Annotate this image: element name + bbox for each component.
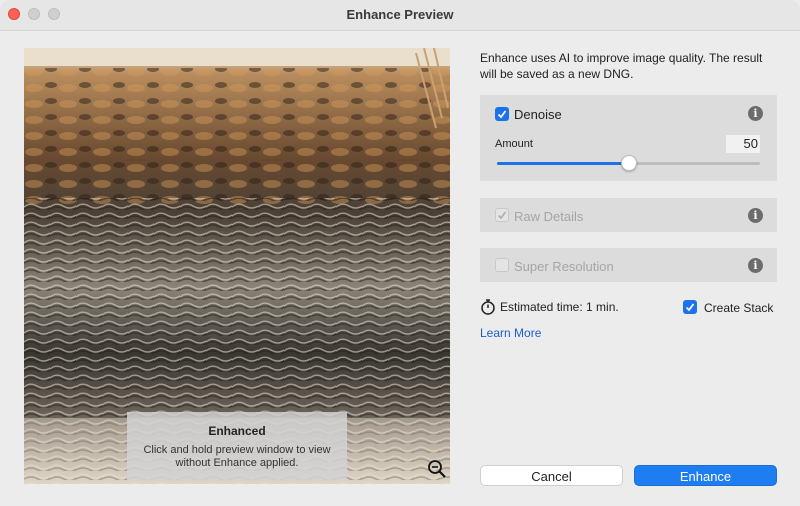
denoise-label: Denoise — [514, 107, 562, 122]
preview-overlay: Enhanced Click and hold preview window t… — [127, 412, 347, 480]
info-icon[interactable]: i — [748, 258, 763, 273]
cancel-button[interactable]: Cancel — [480, 465, 623, 486]
title-bar: Enhance Preview — [0, 0, 800, 31]
enhance-preview-dialog: Enhance Preview Enhanced Click and hold … — [0, 0, 800, 506]
create-stack-checkbox[interactable] — [683, 300, 697, 314]
amount-label: Amount — [495, 138, 533, 150]
enhance-description: Enhance uses AI to improve image quality… — [480, 51, 763, 81]
overlay-title: Enhanced — [208, 424, 266, 438]
window-title: Enhance Preview — [346, 7, 454, 22]
preview-image[interactable]: Enhanced Click and hold preview window t… — [24, 48, 450, 484]
overlay-description: Click and hold preview window to view wi… — [143, 444, 331, 469]
raw-details-label: Raw Details — [514, 209, 584, 224]
stopwatch-icon — [481, 299, 495, 315]
info-icon[interactable]: i — [748, 106, 763, 121]
denoise-checkbox[interactable] — [495, 107, 509, 121]
checkmark-icon — [497, 110, 507, 119]
super-resolution-panel: Super Resolution i — [480, 248, 777, 282]
super-resolution-label: Super Resolution — [514, 259, 614, 274]
checkmark-icon — [497, 211, 507, 220]
amount-slider-fill — [497, 162, 629, 165]
amount-slider-thumb[interactable] — [620, 155, 637, 171]
raw-details-checkbox[interactable] — [495, 208, 509, 222]
learn-more-link[interactable]: Learn More — [480, 326, 541, 340]
checkmark-icon — [685, 303, 695, 312]
super-resolution-checkbox[interactable] — [495, 258, 509, 272]
zoom-out-icon[interactable] — [426, 458, 448, 480]
raw-details-panel: Raw Details i — [480, 198, 777, 232]
create-stack-label: Create Stack — [704, 301, 774, 315]
enhance-button[interactable]: Enhance — [634, 465, 777, 486]
info-icon[interactable]: i — [748, 208, 763, 223]
amount-slider[interactable] — [497, 155, 760, 171]
estimated-time-text: Estimated time: 1 min. — [500, 300, 619, 314]
denoise-panel: Denoise i Amount 50 — [480, 95, 777, 181]
amount-value-field[interactable]: 50 — [726, 135, 760, 153]
